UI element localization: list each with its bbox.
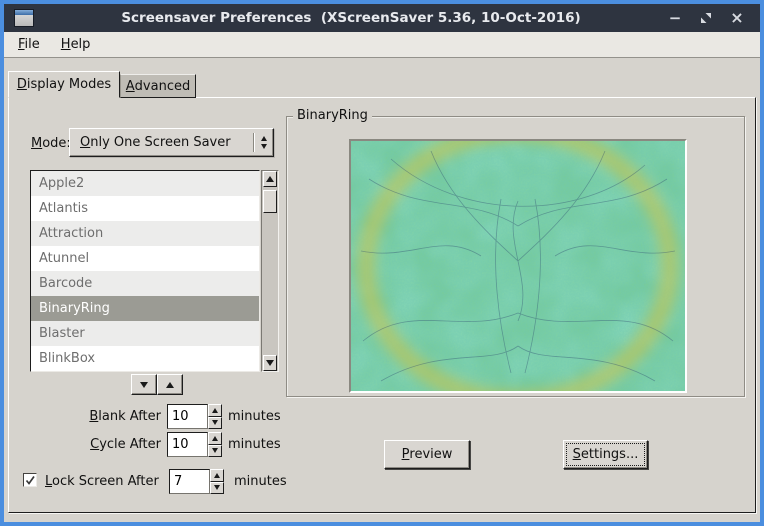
window-icon [14,9,34,27]
arrow-down-icon [266,360,274,366]
scroll-down-button[interactable] [263,355,277,371]
screensaver-preview-image [349,139,687,393]
list-item[interactable]: Blaster [31,321,259,346]
minimize-button[interactable]: − [668,11,682,25]
lock-screen-unit: minutes [234,474,287,489]
lock-screen-label: Lock Screen After [45,474,159,489]
list-item[interactable]: BinaryRing [31,296,259,321]
dropdown-separator [253,133,254,152]
settings-button[interactable]: Settings... [563,440,648,469]
blank-after-unit: minutes [228,409,281,424]
lock-screen-input[interactable] [170,474,209,489]
window-title: Screensaver Preferences (XScreenSaver 5.… [34,10,668,26]
mode-dropdown-value: Only One Screen Saver [80,135,253,150]
blank-after-label: Blank After [9,409,161,424]
menu-file[interactable]: File [18,37,40,52]
list-item[interactable]: Atlantis [31,196,259,221]
blank-after-field[interactable] [167,404,208,429]
titlebar: Screensaver Preferences (XScreenSaver 5.… [4,4,760,32]
spin-down-button[interactable] [208,417,222,430]
close-button[interactable]: × [730,11,744,25]
mode-label: Mode: [31,136,71,151]
list-item[interactable]: Apple2 [31,171,259,196]
next-saver-button[interactable] [131,374,157,395]
list-item[interactable]: Atunnel [31,246,259,271]
cycle-after-input[interactable] [168,437,207,452]
arrow-down-icon [140,382,148,388]
scrollbar-thumb[interactable] [263,190,277,213]
blank-after-input[interactable] [168,409,207,424]
checkmark-icon [24,474,36,486]
spin-down-button[interactable] [208,445,222,458]
list-scrollbar[interactable] [261,170,279,372]
lock-screen-checkbox[interactable] [23,473,37,487]
preview-groupbox: BinaryRing [286,116,745,397]
spin-down-button[interactable] [210,482,224,495]
display-modes-page: Mode: Only One Screen Saver Apple2 Atlan… [8,97,756,513]
dropdown-arrows-icon [261,136,267,149]
previous-saver-button[interactable] [157,374,183,395]
tab-display-modes[interactable]: Display Modes [8,71,120,98]
cycle-after-spinner [208,432,222,457]
spin-up-button[interactable] [208,432,222,445]
arrow-up-icon [266,176,274,182]
arrow-up-icon [166,382,174,388]
preview-button[interactable]: Preview [384,440,470,469]
lock-screen-field[interactable] [169,469,210,494]
mode-dropdown[interactable]: Only One Screen Saver [69,128,274,157]
tab-advanced[interactable]: Advanced [120,74,196,98]
maximize-button[interactable] [699,11,713,25]
scroll-up-button[interactable] [263,171,277,187]
spin-up-button[interactable] [210,469,224,482]
list-item[interactable]: Attraction [31,221,259,246]
preview-groupbox-title: BinaryRing [293,108,372,123]
spin-up-button[interactable] [208,404,222,417]
menu-help[interactable]: Help [61,37,91,52]
lock-screen-spinner [210,469,224,494]
blank-after-spinner [208,404,222,429]
list-item[interactable]: Barcode [31,271,259,296]
cycle-after-unit: minutes [228,437,281,452]
maximize-icon [700,12,712,24]
cycle-after-field[interactable] [167,432,208,457]
list-item[interactable]: BlinkBox [31,346,259,371]
menubar: File Help [4,32,760,58]
cycle-after-label: Cycle After [9,437,161,452]
saver-list: Apple2 Atlantis Attraction Atunnel Barco… [30,170,260,372]
xscreensaver-preferences-window: Screensaver Preferences (XScreenSaver 5.… [0,0,764,526]
